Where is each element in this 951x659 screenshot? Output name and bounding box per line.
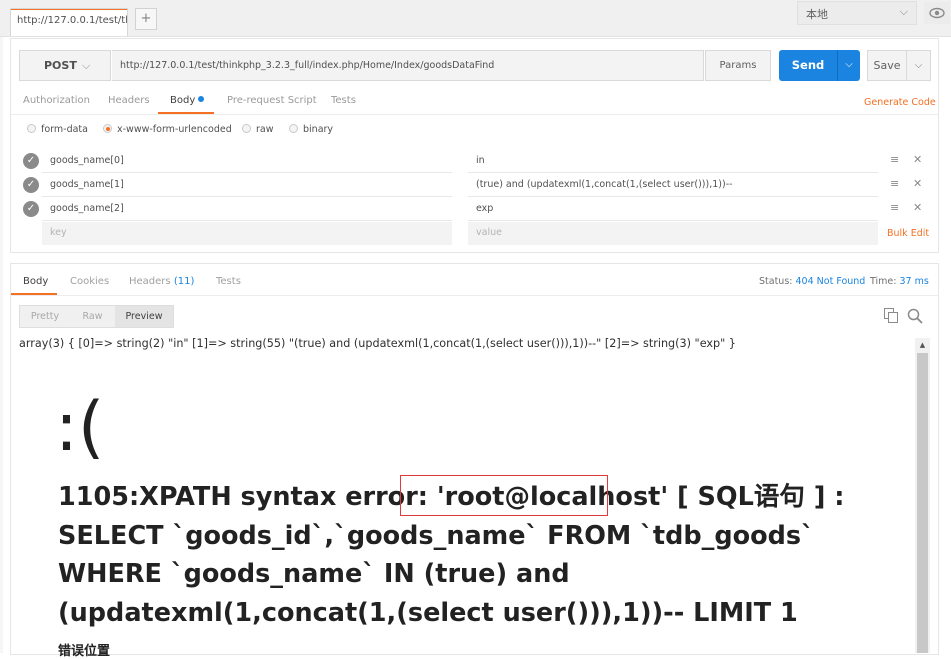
radio-label: raw [256,124,274,135]
view-pretty-button[interactable]: Pretty [20,306,70,327]
radio-binary[interactable]: binary [289,124,333,135]
left-edge [0,36,3,653]
search-icon[interactable] [907,308,923,324]
highlight-box [400,475,608,516]
tab-body-label: Body [170,95,196,106]
kv-key-input[interactable]: goods_name[1] [42,174,452,197]
drag-handle-icon[interactable]: ≡ [890,177,899,190]
status-label: Status: [759,276,793,287]
enabled-checkbox[interactable]: ✓ [23,153,39,169]
tab-pre-request-script[interactable]: Pre-request Script [227,95,317,106]
radio-raw[interactable]: raw [242,124,274,135]
new-value-input[interactable]: value [468,222,878,245]
enabled-checkbox[interactable]: ✓ [23,177,39,193]
radio-selected-icon [103,124,112,133]
status-value: 404 Not Found [795,276,866,287]
radio-label: binary [303,124,334,135]
copy-icon[interactable] [884,308,898,323]
url-input[interactable]: http://127.0.0.1/test/thinkphp_3.2.3_ful… [112,50,704,81]
tab-headers[interactable]: Headers [108,95,150,106]
radio-icon [289,124,298,133]
chevron-down-icon: ⌵ [82,59,91,72]
time-value: 37 ms [899,276,929,287]
radio-label: form-data [41,124,88,135]
kv-value-input[interactable]: (true) and (updatexml(1,concat(1,(select… [468,174,878,197]
response-tab-headers[interactable]: Headers (11) [129,276,194,287]
status-readout: Status: 404 Not Found [759,276,865,287]
tab-tests[interactable]: Tests [331,95,356,106]
headers-tab-label: Headers [129,276,171,287]
scrollbar-thumb[interactable] [917,353,928,653]
time-label: Time: [870,276,897,287]
method-label: POST [44,59,77,72]
environment-label: 本地 [806,8,828,21]
delete-row-icon[interactable]: ✕ [913,177,922,190]
params-button[interactable]: Params [705,50,771,81]
drag-handle-icon[interactable]: ≡ [890,201,899,214]
chevron-down-icon: ⌵ [899,5,908,18]
kv-row: ✓ goods_name[0] in ≡ ✕ [20,150,930,173]
response-var-dump: array(3) { [0]=> string(2) "in" [1]=> st… [19,337,736,350]
new-tab-button[interactable]: + [135,8,157,30]
drag-handle-icon[interactable]: ≡ [890,153,899,166]
error-position-heading: 错误位置 [58,644,111,659]
headers-count: (11) [173,276,195,287]
view-raw-button[interactable]: Raw [70,306,115,327]
scroll-up-arrow-icon[interactable]: ▲ [915,338,930,352]
time-readout: Time: 37 ms [870,276,929,287]
radio-icon [27,124,36,133]
method-select[interactable]: POST ⌵ [19,50,111,81]
kv-row-new: key value [20,222,930,245]
generate-code-link[interactable]: Generate Code [864,97,936,108]
eye-icon[interactable] [924,2,950,24]
view-mode-segmented: Pretty Raw Preview [19,305,174,328]
body-indicator-dot [198,96,205,102]
kv-value-input[interactable]: exp [468,198,878,221]
radio-icon [242,124,251,133]
enabled-checkbox[interactable]: ✓ [23,201,39,217]
kv-value-input[interactable]: in [468,150,878,173]
kv-row: ✓ goods_name[1] (true) and (updatexml(1,… [20,174,930,197]
save-button[interactable]: Save [867,50,907,81]
radio-form-data[interactable]: form-data [27,124,88,135]
divider [11,295,938,296]
radio-label: x-www-form-urlencoded [117,124,232,135]
radio-x-www-form-urlencoded[interactable]: x-www-form-urlencoded [103,124,232,135]
kv-key-input[interactable]: goods_name[0] [42,150,452,173]
environment-select[interactable]: 本地 ⌵ [797,1,917,25]
tab-body[interactable]: Body [170,95,205,106]
response-tab-body[interactable]: Body [23,276,48,287]
kv-key-input[interactable]: goods_name[2] [42,198,452,221]
new-key-input[interactable]: key [42,222,452,245]
kv-row: ✓ goods_name[2] exp ≡ ✕ [20,198,930,221]
error-sad-face: :( [55,388,105,467]
send-button[interactable]: Send [779,50,837,81]
divider [11,114,938,115]
delete-row-icon[interactable]: ✕ [913,201,922,214]
save-options-chevron-icon[interactable]: ⌵ [907,50,931,81]
response-tab-cookies[interactable]: Cookies [70,276,109,287]
send-options-chevron-icon[interactable]: ⌵ [837,50,860,81]
bulk-edit-link[interactable]: Bulk Edit [887,228,929,239]
tab-authorization[interactable]: Authorization [23,95,90,106]
request-tab[interactable]: http://127.0.0.1/test/thir [10,8,128,36]
response-tab-tests[interactable]: Tests [216,276,241,287]
view-preview-button[interactable]: Preview [115,306,173,327]
delete-row-icon[interactable]: ✕ [913,153,922,166]
error-prefix: 1105:XPATH syntax error: [58,482,437,512]
